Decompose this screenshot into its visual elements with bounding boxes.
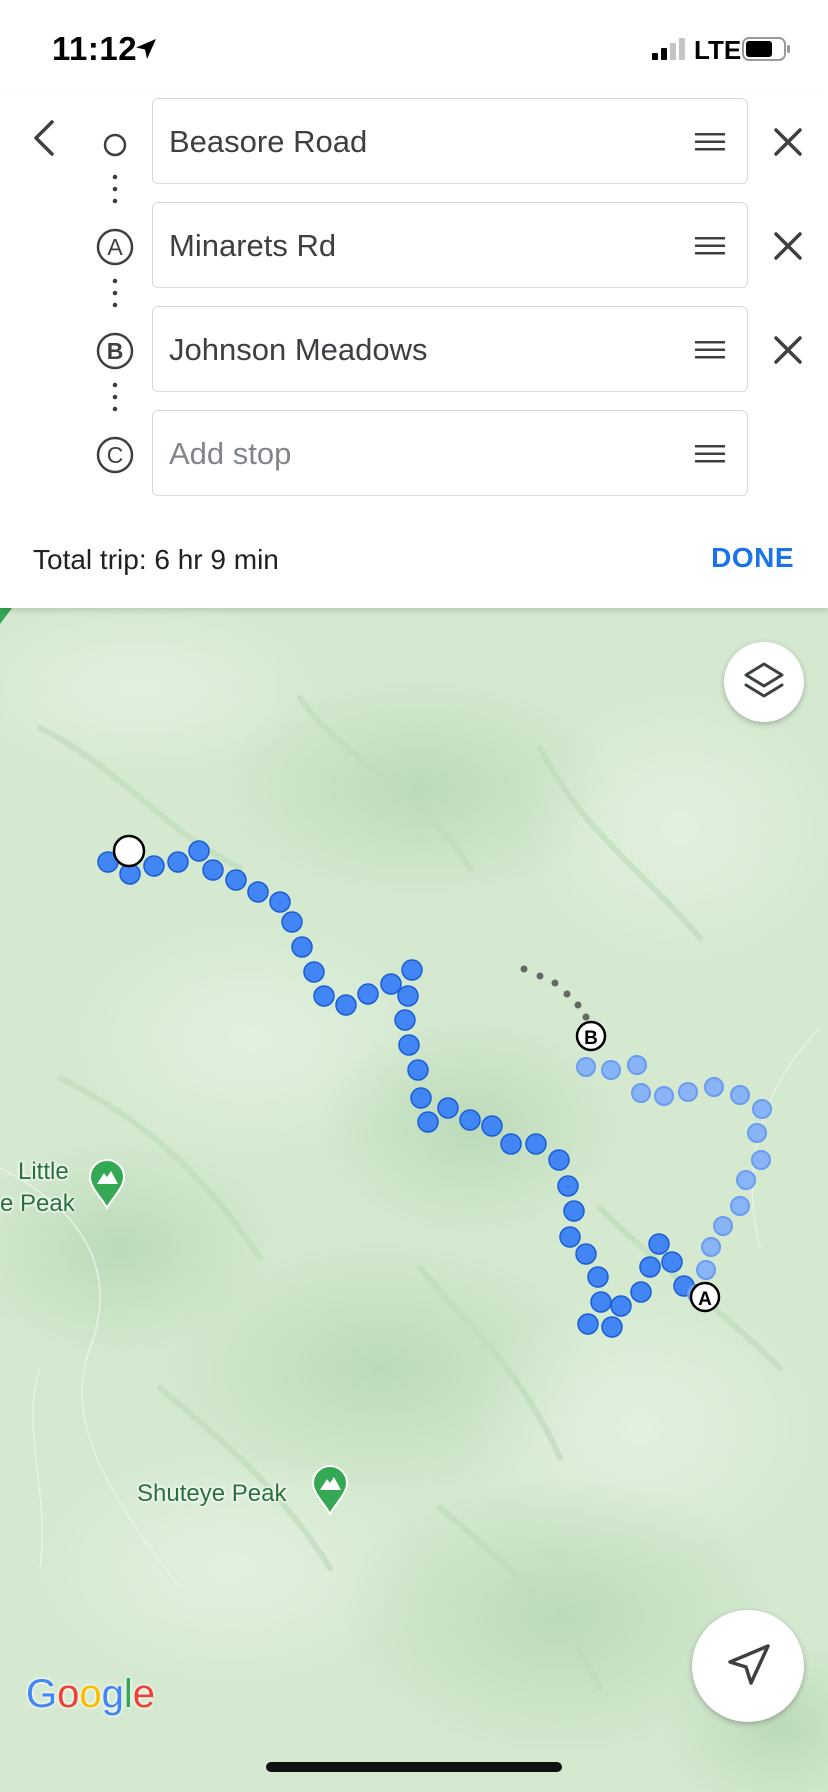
location-arrow-icon [136,39,156,59]
route-stop-a-marker[interactable]: A [689,1281,721,1313]
stop-a-marker-letter: A [107,234,123,260]
origin-field[interactable]: Beasore Road [152,98,748,184]
peak-label-shuteye: Shuteye Peak [137,1480,287,1507]
layers-icon [744,662,784,698]
logo-letter: o [57,1672,80,1716]
stop-row-c: C Add stop [0,410,828,498]
map-view[interactable]: B A Little e Peak Shuteye Peak Google [0,608,828,1792]
drag-handle-icon[interactable] [695,443,725,465]
add-stop-field[interactable]: Add stop [152,410,748,496]
navigation-arrow-icon [728,1644,770,1685]
drag-handle-icon[interactable] [695,235,725,257]
home-indicator[interactable] [266,1762,562,1772]
route-origin-marker[interactable] [112,834,146,868]
close-icon [774,128,802,156]
stop-row-a: A Minarets Rd [0,202,828,290]
signal-strength-icon [652,38,685,60]
route-stop-b-marker[interactable]: B [575,1020,607,1052]
directions-panel: Beasore Road A Minarets Rd B Johnson Mea… [0,96,828,608]
stop-row-b: B Johnson Meadows [0,306,828,394]
remove-origin-button[interactable] [770,122,806,162]
google-logo: Google [26,1672,155,1717]
stop-c-marker-icon: C [96,436,134,474]
network-type: LTE [694,35,742,65]
stop-b-field[interactable]: Johnson Meadows [152,306,748,392]
layers-button[interactable] [724,642,804,722]
mountain-pin-icon[interactable] [311,1464,349,1516]
battery-icon [742,37,790,61]
logo-letter: g [101,1672,124,1716]
close-icon [774,336,802,364]
route-stop-a-letter: A [698,1289,712,1310]
done-button[interactable]: DONE [711,542,794,574]
navigation-button[interactable] [692,1610,804,1722]
status-bar: 11:12 LTE [0,0,828,96]
add-stop-placeholder: Add stop [169,436,292,471]
logo-letter: o [79,1672,102,1716]
drag-handle-icon[interactable] [695,131,725,153]
total-trip-duration: Total trip: 6 hr 9 min [33,544,279,575]
stop-a-field[interactable]: Minarets Rd [152,202,748,288]
origin-circle-icon [103,133,127,157]
stop-b-field-text: Johnson Meadows [169,332,428,367]
logo-letter: G [26,1672,58,1716]
logo-letter: e [132,1672,156,1716]
peak-label-little-line2: e Peak [0,1190,75,1217]
logo-letter: l [123,1672,133,1716]
stop-b-marker-icon: B [96,332,134,370]
remove-stop-a-button[interactable] [770,226,806,266]
mountain-pin-icon[interactable] [88,1158,126,1210]
stop-a-marker-icon: A [96,228,134,266]
remove-stop-b-button[interactable] [770,330,806,370]
stop-a-field-text: Minarets Rd [169,228,337,263]
close-icon [774,232,802,260]
status-time: 11:12 [52,30,138,67]
stop-row-origin: Beasore Road [0,98,828,186]
origin-field-text: Beasore Road [169,124,368,159]
stop-c-marker-letter: C [107,442,124,468]
route-stop-b-letter: B [584,1028,598,1049]
drag-handle-icon[interactable] [695,339,725,361]
stop-b-marker-letter: B [107,338,124,364]
peak-label-little-line1: Little [18,1158,69,1185]
